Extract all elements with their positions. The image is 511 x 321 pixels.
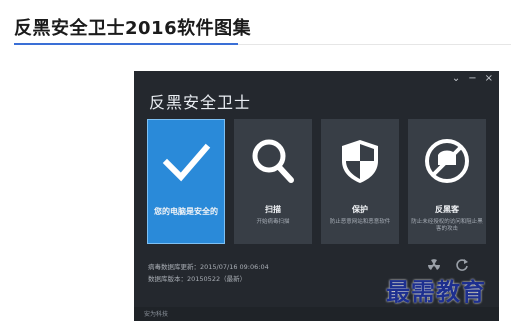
title-underline-accent <box>14 43 238 45</box>
menu-dropdown-button[interactable]: ⌄ <box>452 74 460 84</box>
tile-anti-hacker-title: 反黑客 <box>435 205 459 214</box>
version-status-line: 数据库版本：20150522（最新） <box>148 273 269 285</box>
version-value: 20150522（最新） <box>187 275 247 283</box>
tile-anti-hacker[interactable]: 反黑客 防止未经授权的访问和阻止黑客的攻击 <box>408 119 486 244</box>
tile-anti-hacker-subtitle: 防止未经授权的访问和阻止黑客的攻击 <box>411 219 483 232</box>
close-button[interactable]: × <box>485 74 493 84</box>
tile-scan[interactable]: 扫描 开始病毒扫描 <box>234 119 312 244</box>
minimize-button[interactable]: − <box>468 74 476 84</box>
watermark: 最需教育 <box>386 277 486 306</box>
window-controls: ⌄ − × <box>452 74 493 84</box>
tile-safe-status[interactable]: 您的电脑是安全的 <box>147 119 225 244</box>
app-footer: 安为科技 <box>134 307 499 321</box>
no-hacker-icon <box>408 135 486 187</box>
tile-protect[interactable]: 保护 防止恶意网站和恶意软件 <box>321 119 399 244</box>
tile-safe-status-title: 您的电脑是安全的 <box>154 207 218 216</box>
search-icon <box>234 135 312 187</box>
tile-protect-title: 保护 <box>352 205 368 214</box>
tile-scan-subtitle: 开始病毒扫描 <box>256 219 290 225</box>
footer-logo: 安为科技 <box>144 311 169 318</box>
version-label: 数据库版本： <box>148 275 187 283</box>
checkmark-icon <box>148 136 224 188</box>
shield-icon <box>321 135 399 187</box>
tile-scan-title: 扫描 <box>265 205 281 214</box>
status-panel: 病毒数据库更新：2015/07/16 09:06:04 数据库版本：201505… <box>148 261 269 285</box>
update-label: 病毒数据库更新： <box>148 263 200 271</box>
article-title: 反黑安全卫士2016软件图集 <box>14 18 252 39</box>
update-status-line: 病毒数据库更新：2015/07/16 09:06:04 <box>148 261 269 273</box>
app-title: 反黑安全卫士 <box>149 93 252 112</box>
tile-protect-subtitle: 防止恶意网站和恶意软件 <box>329 219 391 225</box>
update-value: 2015/07/16 09:06:04 <box>200 263 269 271</box>
